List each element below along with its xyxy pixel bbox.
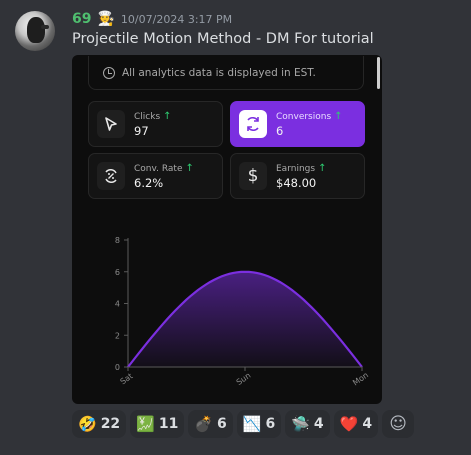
stat-value-earnings: $48.00 <box>276 176 317 190</box>
stat-value-clicks: 97 <box>134 124 149 138</box>
chart-increasing-icon: 💹 <box>136 415 155 433</box>
stat-label-conv-rate: Conv. Rate ↑ <box>134 163 194 174</box>
avatar-bird-image <box>27 17 45 43</box>
message-text: Projectile Motion Method - DM For tutori… <box>72 31 374 47</box>
stat-card-earnings: $ Earnings ↑ $48.00 <box>230 153 365 199</box>
y-tick-label: 4 <box>115 300 120 309</box>
chart-decreasing-icon: 📉 <box>242 415 262 433</box>
x-tick-label: Sat <box>119 372 135 387</box>
add-reaction-button[interactable]: ☺ <box>382 410 415 438</box>
embed-scrollbar[interactable] <box>377 57 380 89</box>
chef-badge-icon[interactable]: 🧑‍🍳 <box>97 12 114 26</box>
user-avatar[interactable] <box>15 11 55 51</box>
timezone-note: All analytics data is displayed in EST. <box>88 56 364 90</box>
rofl-icon: 🤣 <box>78 415 97 433</box>
reaction-ufo[interactable]: 🛸 4 <box>285 410 330 438</box>
arrow-up-icon: ↑ <box>318 163 327 174</box>
reaction-heart[interactable]: ❤️ 4 <box>333 410 379 438</box>
stat-label-earnings: Earnings ↑ <box>276 163 327 174</box>
stat-card-conversions: Conversions ↑ 6 <box>230 101 365 147</box>
bomb-icon: 💣 <box>194 415 214 433</box>
x-tick-label: Sun <box>235 371 253 387</box>
stat-card-conv-rate: Conv. Rate ↑ 6.2% <box>88 153 223 199</box>
percent-cycle-icon <box>97 162 125 190</box>
avatar-beak <box>41 25 49 29</box>
reaction-bomb[interactable]: 💣 6 <box>188 410 233 438</box>
reaction-chart-increasing[interactable]: 💹 11 <box>130 410 185 438</box>
x-tick-label: Mon <box>351 370 370 387</box>
smiley-icon: ☺ <box>389 414 407 434</box>
earnings-area-chart: 0 2 4 6 8 Sat Sun Mon <box>115 236 370 387</box>
message-header: 69 🧑‍🍳 10/07/2024 3:17 PM <box>72 9 232 29</box>
cursor-icon <box>97 110 125 138</box>
dollar-icon: $ <box>239 162 267 190</box>
heart-icon: ❤️ <box>339 415 359 433</box>
series-area <box>128 271 362 367</box>
y-tick-label: 6 <box>115 268 120 277</box>
clock-icon <box>103 66 115 79</box>
reaction-bar: 🤣 22 💹 11 💣 6 📉 6 🛸 4 ❤️ 4 ☺ <box>72 410 415 438</box>
stat-label-clicks: Clicks ↑ <box>134 111 172 122</box>
y-tick-label: 0 <box>115 363 120 372</box>
stat-label-conversions: Conversions ↑ <box>276 111 343 122</box>
y-tick-label: 8 <box>115 236 120 245</box>
stat-card-clicks: Clicks ↑ 97 <box>88 101 223 147</box>
stat-value-conversions: 6 <box>276 124 284 138</box>
refresh-icon <box>239 110 267 138</box>
reaction-rofl[interactable]: 🤣 22 <box>72 410 127 438</box>
stat-value-conv-rate: 6.2% <box>134 176 164 190</box>
arrow-up-icon: ↑ <box>334 111 343 122</box>
analytics-embed-image[interactable]: All analytics data is displayed in EST. … <box>72 55 382 404</box>
message-timestamp: 10/07/2024 3:17 PM <box>120 12 233 26</box>
reaction-chart-decreasing[interactable]: 📉 6 <box>236 410 282 438</box>
ufo-icon: 🛸 <box>291 415 310 433</box>
arrow-up-icon: ↑ <box>185 163 194 174</box>
y-tick-label: 2 <box>115 331 120 340</box>
timezone-note-text: All analytics data is displayed in EST. <box>122 66 316 79</box>
arrow-up-icon: ↑ <box>163 111 172 122</box>
username[interactable]: 69 <box>72 11 91 27</box>
